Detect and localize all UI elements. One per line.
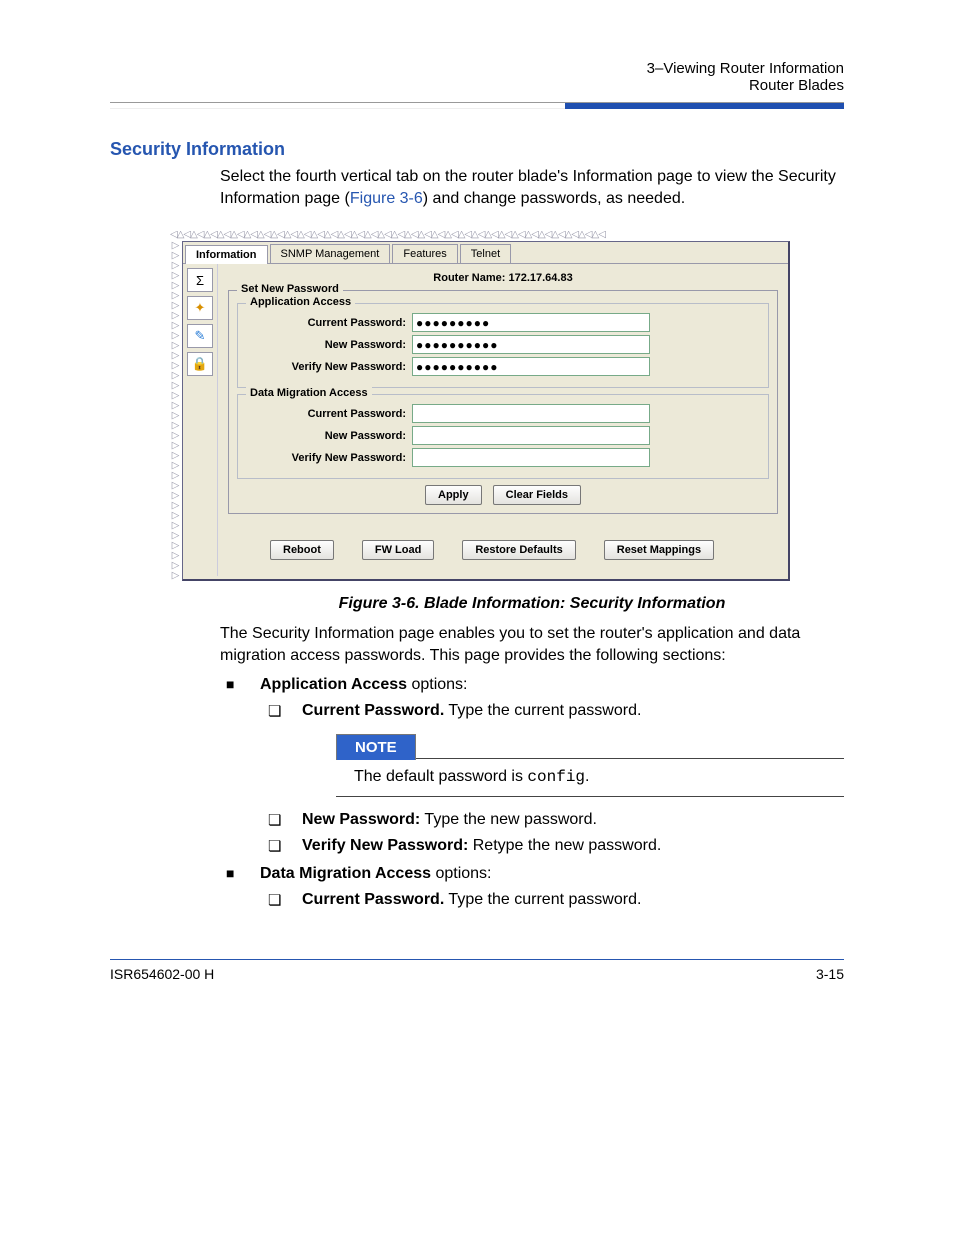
section-title: Security Information xyxy=(110,139,844,160)
header-chapter: 3–Viewing Router Information xyxy=(110,60,844,77)
note-label: NOTE xyxy=(336,734,416,760)
application-access-group: Application Access Current Password: New… xyxy=(237,303,769,388)
set-new-password-group: Set New Password Application Access Curr… xyxy=(228,290,778,514)
app-current-password-label: Current Password: xyxy=(246,317,412,329)
sub-dm-current-password: Current Password. Type the current passw… xyxy=(260,891,844,909)
footer-page-number: 3-15 xyxy=(816,966,844,982)
figure-caption: Figure 3-6. Blade Information: Security … xyxy=(220,595,844,613)
page-header: 3–Viewing Router Information Router Blad… xyxy=(110,60,844,94)
app-new-password-label: New Password: xyxy=(246,339,412,351)
side-tab-sigma-icon[interactable]: Σ xyxy=(187,268,213,292)
crop-hatch-top: ◁△◁△◁△◁△◁△◁△◁△◁△◁△◁△◁△◁△◁△◁△◁△◁△◁△◁△◁△◁△… xyxy=(170,231,790,241)
sub-app-current-password: Current Password. Type the current passw… xyxy=(260,702,844,797)
crop-hatch-left: ◁◁◁◁◁◁◁◁◁◁◁◁◁◁◁◁◁◁◁◁◁◁◁◁◁◁◁◁◁◁◁◁◁◁ xyxy=(170,241,182,581)
page-footer: ISR654602-00 H 3-15 xyxy=(110,959,844,982)
tab-telnet[interactable]: Telnet xyxy=(460,244,511,263)
screenshot-figure: ◁△◁△◁△◁△◁△◁△◁△◁△◁△◁△◁△◁△◁△◁△◁△◁△◁△◁△◁△◁△… xyxy=(170,231,790,581)
dm-current-password-input[interactable] xyxy=(412,404,650,423)
dm-new-password-input[interactable] xyxy=(412,426,650,445)
intro-paragraph: Select the fourth vertical tab on the ro… xyxy=(220,166,844,209)
security-description: The Security Information page enables yo… xyxy=(220,623,844,666)
app-current-password-input[interactable] xyxy=(412,313,650,332)
sub-app-verify-password: Verify New Password: Retype the new pass… xyxy=(260,837,844,855)
side-tab-edit-icon[interactable]: ✎ xyxy=(187,324,213,348)
header-rule xyxy=(110,102,844,109)
tab-snmp-management[interactable]: SNMP Management xyxy=(270,244,391,263)
dm-verify-password-input[interactable] xyxy=(412,448,650,467)
app-verify-password-label: Verify New Password: xyxy=(246,361,412,373)
dm-verify-password-label: Verify New Password: xyxy=(246,452,412,464)
reset-mappings-button[interactable]: Reset Mappings xyxy=(604,540,714,560)
fw-load-button[interactable]: FW Load xyxy=(362,540,434,560)
dm-new-password-label: New Password: xyxy=(246,430,412,442)
note-code: config xyxy=(527,768,585,786)
app-new-password-input[interactable] xyxy=(412,335,650,354)
note-box: NOTE The default password is config. xyxy=(336,734,844,797)
side-tab-lock-icon[interactable]: 🔒 xyxy=(187,352,213,376)
sub-app-new-password: New Password: Type the new password. xyxy=(260,811,844,829)
apply-button[interactable]: Apply xyxy=(425,485,482,505)
router-name-value: 172.17.64.83 xyxy=(508,272,572,284)
app-verify-password-input[interactable] xyxy=(412,357,650,376)
header-section: Router Blades xyxy=(110,77,844,94)
dm-current-password-label: Current Password: xyxy=(246,408,412,420)
screenshot-tabs: Information SNMP Management Features Tel… xyxy=(183,242,788,264)
bullet-data-migration-access: Data Migration Access options: Current P… xyxy=(220,865,844,909)
bullet-application-access: Application Access options: Current Pass… xyxy=(220,676,844,855)
restore-defaults-button[interactable]: Restore Defaults xyxy=(462,540,575,560)
footer-doc-id: ISR654602-00 H xyxy=(110,966,214,982)
reboot-button[interactable]: Reboot xyxy=(270,540,334,560)
data-migration-access-group: Data Migration Access Current Password: … xyxy=(237,394,769,479)
clear-fields-button[interactable]: Clear Fields xyxy=(493,485,581,505)
side-tab-ports-icon[interactable]: ✦ xyxy=(187,296,213,320)
screenshot-side-tabs: Σ ✦ ✎ 🔒 xyxy=(183,264,218,576)
tab-information[interactable]: Information xyxy=(185,245,268,264)
figure-link[interactable]: Figure 3-6 xyxy=(350,190,423,207)
tab-features[interactable]: Features xyxy=(392,244,457,263)
